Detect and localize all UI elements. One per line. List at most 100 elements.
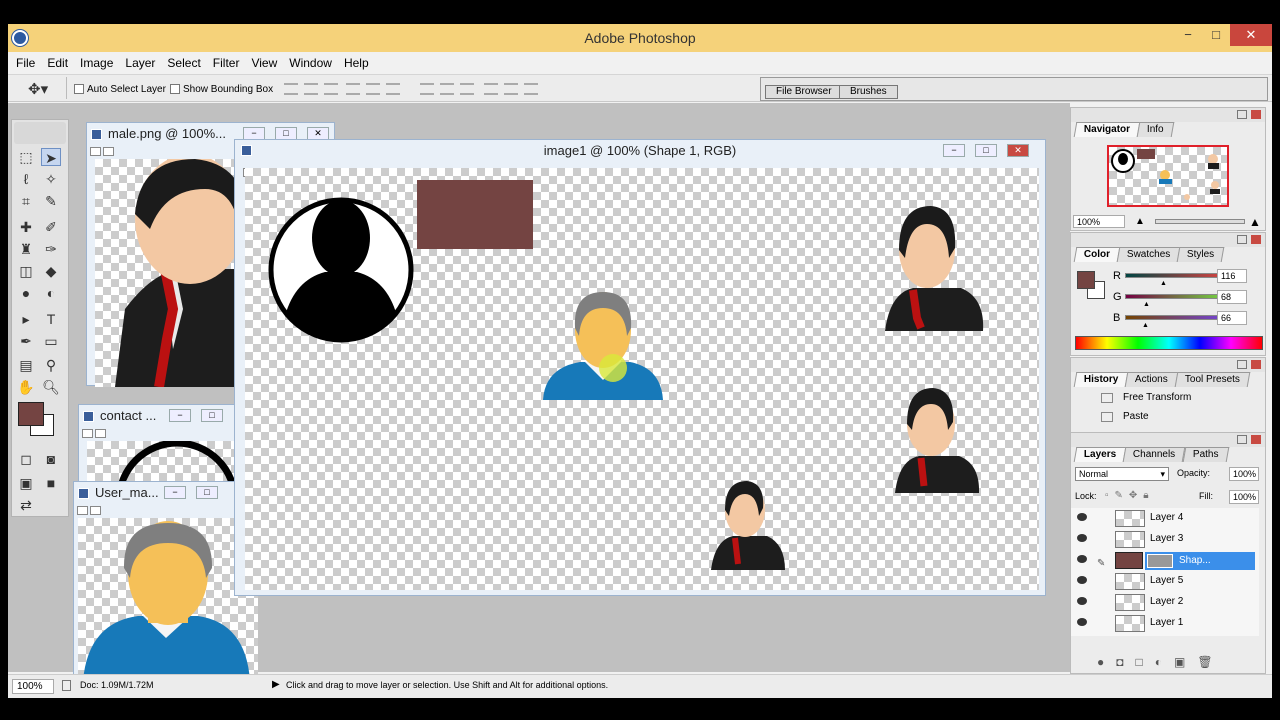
zoom-slider[interactable] [1155, 219, 1245, 224]
navigator-zoom-field[interactable]: 100% [1073, 215, 1125, 228]
doc-maximize-button[interactable]: □ [975, 144, 997, 157]
fill-field[interactable]: 100% [1229, 490, 1259, 504]
blend-mode-select[interactable]: Normal ▾ [1075, 467, 1169, 481]
magic-wand-icon[interactable]: ✧ [41, 170, 61, 188]
doc-close-button[interactable]: ✕ [1007, 144, 1029, 157]
status-arrow-icon[interactable]: ▶ [272, 679, 280, 690]
hand-tool-icon[interactable]: ✋ [16, 378, 36, 396]
menu-file[interactable]: File [16, 56, 35, 70]
notes-tool-icon[interactable]: ▤ [16, 356, 36, 374]
doc-minimize-button[interactable]: − [943, 144, 965, 157]
align-buttons-group-2[interactable] [346, 83, 400, 95]
layer-row[interactable]: Layer 4 [1071, 508, 1251, 528]
distribute-buttons-group-2[interactable] [484, 83, 538, 95]
panel-close-icon[interactable] [1251, 360, 1261, 369]
panel-close-icon[interactable] [1251, 110, 1261, 119]
layer-row-selected[interactable]: ✎ Shap... [1071, 550, 1255, 570]
auto-select-layer-option[interactable]: Auto Select Layer [74, 84, 166, 95]
b-slider-thumb-icon[interactable]: ▲ [1142, 322, 1149, 329]
eraser-tool-icon[interactable]: ◫ [16, 262, 36, 280]
document-canvas[interactable] [78, 518, 258, 681]
doc-maximize-button[interactable]: □ [201, 409, 223, 422]
menu-filter[interactable]: Filter [213, 56, 240, 70]
tab-info[interactable]: Info [1136, 122, 1175, 137]
clone-stamp-icon[interactable]: ♜ [16, 240, 36, 258]
minimize-button[interactable]: − [1174, 24, 1202, 46]
panel-minimize-icon[interactable] [1237, 360, 1247, 369]
move-tool-icon[interactable]: ➤ [41, 148, 61, 166]
eye-icon[interactable] [1077, 534, 1087, 542]
path-select-icon[interactable]: ▸ [16, 310, 36, 328]
screen-mode-icon[interactable]: ▣ [16, 474, 36, 492]
foreground-color-swatch-top[interactable] [18, 402, 44, 426]
marquee-tool-icon[interactable]: ⬚ [16, 148, 36, 166]
quick-mask-icon[interactable]: ◙ [41, 450, 61, 468]
zoom-in-icon[interactable]: ▲ [1249, 215, 1261, 229]
panel-minimize-icon[interactable] [1237, 435, 1247, 444]
jump-to-imageready-icon[interactable]: ⇄ [16, 496, 36, 514]
layer-row[interactable]: Layer 2 [1071, 592, 1251, 612]
eye-icon[interactable] [1077, 555, 1087, 563]
pen-tool-icon[interactable]: ✒ [16, 332, 36, 350]
doc-minimize-button[interactable]: − [169, 409, 191, 422]
shape-tool-icon[interactable]: ▭ [41, 332, 61, 350]
paint-bucket-icon[interactable]: ◆ [41, 262, 61, 280]
tab-styles[interactable]: Styles [1177, 247, 1226, 262]
tab-tool-presets[interactable]: Tool Presets [1174, 372, 1251, 387]
menu-layer[interactable]: Layer [125, 56, 155, 70]
lasso-tool-icon[interactable]: ℓ [16, 170, 36, 188]
eye-icon[interactable] [1077, 618, 1087, 626]
healing-brush-icon[interactable]: ✚ [16, 218, 36, 236]
standard-mode-icon[interactable]: ◻ [16, 450, 36, 468]
g-slider-thumb-icon[interactable]: ▲ [1143, 301, 1150, 308]
history-brush-icon[interactable]: ✑ [41, 240, 61, 258]
menu-edit[interactable]: Edit [47, 56, 68, 70]
b-value-field[interactable]: 66 [1217, 311, 1247, 325]
eye-icon[interactable] [1077, 576, 1087, 584]
panel-close-icon[interactable] [1251, 235, 1261, 244]
menu-image[interactable]: Image [80, 56, 113, 70]
lock-icons[interactable]: ▫✎✥🔒︎ [1105, 490, 1155, 501]
color-ramp[interactable] [1075, 336, 1263, 350]
file-browser-tab[interactable]: File Browser [765, 85, 843, 99]
g-value-field[interactable]: 68 [1217, 290, 1247, 304]
dodge-tool-icon[interactable]: ◐ [41, 284, 61, 302]
move-tool-preset-icon[interactable]: ✥▾ [28, 80, 48, 98]
zoom-out-icon[interactable]: ▲ [1135, 216, 1145, 227]
tab-actions[interactable]: Actions [1125, 372, 1179, 387]
doc-maximize-button[interactable]: □ [196, 486, 218, 499]
show-bounding-box-option[interactable]: Show Bounding Box [170, 84, 273, 95]
maximize-button[interactable]: □ [1202, 24, 1230, 46]
type-tool-icon[interactable]: T [41, 310, 61, 328]
history-item[interactable]: Paste [1071, 408, 1257, 426]
menu-view[interactable]: View [251, 56, 277, 70]
checkbox-icon[interactable] [170, 84, 180, 95]
zoom-tool-icon[interactable]: 🔍︎ [41, 378, 61, 396]
align-buttons-group[interactable] [284, 83, 338, 95]
eye-icon[interactable] [1077, 513, 1087, 521]
layer-row[interactable]: Layer 5 [1071, 571, 1251, 591]
navigator-thumbnail[interactable] [1107, 145, 1229, 207]
document-canvas[interactable] [245, 168, 1039, 590]
checkbox-icon[interactable] [74, 84, 84, 95]
color-fg-swatch[interactable] [1077, 271, 1095, 289]
r-slider-thumb-icon[interactable]: ▲ [1160, 280, 1167, 287]
r-value-field[interactable]: 116 [1217, 269, 1247, 283]
panel-close-icon[interactable] [1251, 435, 1261, 444]
distribute-buttons-group[interactable] [420, 83, 474, 95]
layer-row[interactable]: Layer 1 [1071, 613, 1251, 633]
tab-history[interactable]: History [1073, 372, 1129, 387]
layer-actions-icons[interactable]: ●◘□◐▣🗑︎ [1097, 655, 1225, 669]
crop-tool-icon[interactable]: ⌗ [16, 192, 36, 210]
slice-tool-icon[interactable]: ✎ [41, 192, 61, 210]
panel-minimize-icon[interactable] [1237, 235, 1247, 244]
brushes-tab[interactable]: Brushes [839, 85, 898, 99]
blur-tool-icon[interactable]: ● [16, 284, 36, 302]
menu-select[interactable]: Select [167, 56, 200, 70]
brush-tool-icon[interactable]: ✐ [41, 218, 61, 236]
fullscreen-mode-icon[interactable]: ■ [41, 474, 61, 492]
status-zoom-field[interactable]: 100% [12, 679, 54, 694]
close-button[interactable]: ✕ [1230, 24, 1272, 46]
tab-color[interactable]: Color [1073, 247, 1121, 262]
menu-help[interactable]: Help [344, 56, 369, 70]
